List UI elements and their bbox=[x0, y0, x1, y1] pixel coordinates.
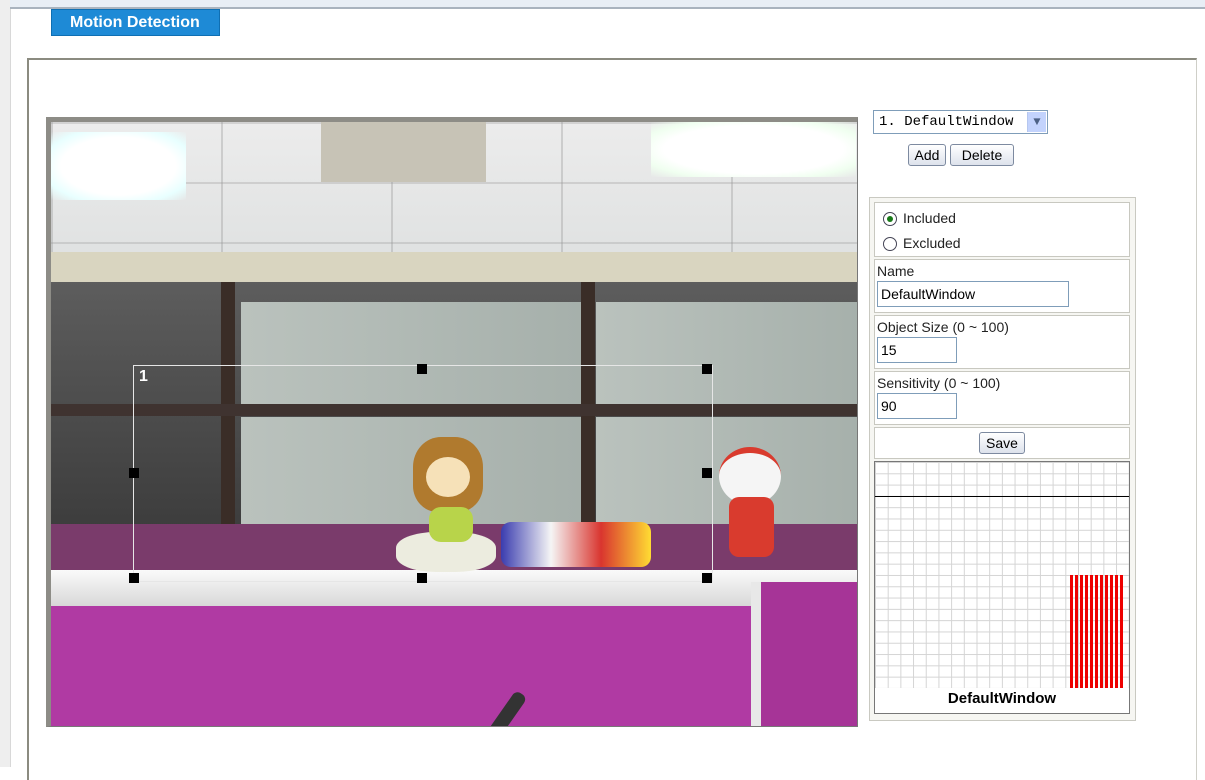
window-select[interactable]: 1. DefaultWindow ▼ bbox=[873, 110, 1048, 134]
graph-bar bbox=[1120, 575, 1123, 688]
top-border bbox=[10, 0, 1205, 9]
graph-bar bbox=[1115, 575, 1118, 688]
name-label: Name bbox=[877, 263, 915, 279]
resize-handle-top-right[interactable] bbox=[702, 364, 712, 374]
name-cell: Name DefaultWindow bbox=[874, 259, 1130, 313]
graph-bar bbox=[1070, 575, 1073, 688]
graph-bar bbox=[1105, 575, 1108, 688]
object-size-field[interactable]: 15 bbox=[877, 337, 957, 363]
graph-bar bbox=[1100, 575, 1103, 688]
graph-bar bbox=[1090, 575, 1093, 688]
resize-handle-right[interactable] bbox=[702, 468, 712, 478]
graph-bar bbox=[1110, 575, 1113, 688]
name-field[interactable]: DefaultWindow bbox=[877, 281, 1069, 307]
add-button[interactable]: Add bbox=[908, 144, 946, 166]
graph-bar bbox=[1085, 575, 1088, 688]
sensitivity-cell: Sensitivity (0 ~ 100) 90 bbox=[874, 371, 1130, 425]
object-size-label: Object Size (0 ~ 100) bbox=[877, 319, 1009, 335]
resize-handle-left[interactable] bbox=[129, 468, 139, 478]
graph-bar bbox=[1080, 575, 1083, 688]
included-label: Included bbox=[903, 210, 956, 226]
chevron-down-icon[interactable]: ▼ bbox=[1027, 112, 1046, 132]
graph-window-label: DefaultWindow bbox=[947, 690, 1057, 707]
camera-view[interactable]: 1 bbox=[46, 117, 858, 727]
sensitivity-label: Sensitivity (0 ~ 100) bbox=[877, 375, 1001, 391]
excluded-radio[interactable] bbox=[883, 237, 897, 251]
save-button[interactable]: Save bbox=[979, 432, 1025, 454]
mode-cell: Included Excluded bbox=[874, 202, 1130, 257]
resize-handle-bottom-left[interactable] bbox=[129, 573, 139, 583]
motion-level-graph: DefaultWindow bbox=[874, 461, 1130, 714]
resize-handle-bottom-right[interactable] bbox=[702, 573, 712, 583]
detection-window-region[interactable] bbox=[133, 365, 713, 582]
delete-button[interactable]: Delete bbox=[950, 144, 1014, 166]
graph-threshold-line bbox=[875, 496, 1129, 497]
window-select-value: 1. DefaultWindow bbox=[879, 114, 1014, 130]
resize-handle-top[interactable] bbox=[417, 364, 427, 374]
sensitivity-field[interactable]: 90 bbox=[877, 393, 957, 419]
excluded-label: Excluded bbox=[903, 235, 961, 251]
resize-handle-bottom[interactable] bbox=[417, 573, 427, 583]
window-settings-panel: Included Excluded Name DefaultWindow Obj… bbox=[869, 197, 1136, 721]
region-number-label: 1 bbox=[139, 368, 148, 385]
tab-motion-detection[interactable]: Motion Detection bbox=[51, 9, 220, 36]
graph-bar bbox=[1095, 575, 1098, 688]
left-scroll-strip bbox=[0, 0, 11, 767]
included-radio[interactable] bbox=[883, 212, 897, 226]
graph-bar bbox=[1075, 575, 1078, 688]
save-cell: Save bbox=[874, 427, 1130, 459]
object-size-cell: Object Size (0 ~ 100) 15 bbox=[874, 315, 1130, 369]
